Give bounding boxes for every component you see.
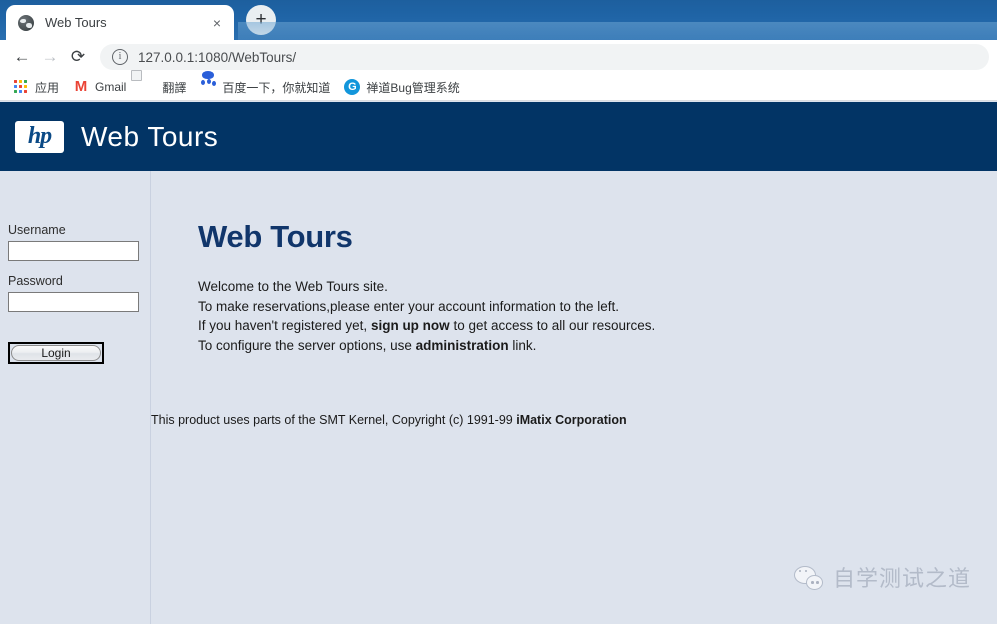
login-button[interactable]: Login: [11, 345, 101, 361]
welcome-text-tail: link.: [508, 337, 537, 353]
address-bar[interactable]: i 127.0.0.1:1080/WebTours/: [100, 44, 989, 70]
page-viewport: hp Web Tours Username Password Login Web…: [0, 102, 997, 624]
welcome-line-3: If you haven't registered yet, sign up n…: [198, 316, 997, 336]
welcome-text: If you haven't registered yet,: [198, 318, 371, 333]
browser-toolbar: ← → ⟳ i 127.0.0.1:1080/WebTours/: [0, 40, 997, 74]
gmail-icon: M: [74, 78, 88, 95]
close-icon[interactable]: ×: [208, 14, 226, 32]
browser-tab-web-tours[interactable]: Web Tours ×: [6, 5, 234, 40]
username-input[interactable]: [8, 241, 139, 261]
bookmark-label: 应用: [35, 80, 60, 95]
reload-icon[interactable]: ⟳: [64, 43, 92, 71]
copyright-text: This product uses parts of the SMT Kerne…: [151, 413, 517, 427]
copyright-owner: iMatix Corporation: [516, 413, 627, 427]
sign-up-now-link[interactable]: sign up now: [371, 318, 450, 333]
password-label: Password: [8, 274, 63, 288]
bookmark-label: 百度一下，你就知道: [222, 80, 331, 95]
new-tab-button[interactable]: +: [246, 5, 276, 35]
copyright-note: This product uses parts of the SMT Kerne…: [151, 413, 627, 427]
site-banner: hp Web Tours: [0, 102, 997, 171]
watermark: 自学测试之道: [793, 561, 971, 593]
zentao-icon: G: [344, 79, 361, 95]
translate-icon: [140, 79, 156, 95]
password-input[interactable]: [8, 292, 139, 312]
watermark-text: 自学测试之道: [832, 566, 971, 591]
login-button-focus-ring: Login: [8, 342, 104, 364]
bookmark-gmail[interactable]: M Gmail: [66, 76, 133, 98]
bookmark-label: 翻譯: [162, 80, 187, 95]
tab-strip: Web Tours × +: [0, 0, 997, 40]
address-bar-url: 127.0.0.1:1080/WebTours/: [138, 49, 297, 65]
bookmark-translate[interactable]: 翻譯: [133, 76, 193, 98]
welcome-text: Welcome to the Web Tours site.: [198, 279, 388, 294]
content-row: Username Password Login Web Tours Welcom…: [0, 171, 997, 624]
forward-icon: →: [41, 47, 59, 66]
tab-title: Web Tours: [45, 15, 107, 30]
globe-icon: [18, 14, 34, 31]
hp-logo-text: hp: [27, 122, 52, 149]
site-title: Web Tours: [81, 120, 219, 152]
page-title: Web Tours: [198, 219, 353, 254]
main-content: Web Tours Welcome to the Web Tours site.…: [151, 171, 997, 624]
welcome-line-2: To make reservations,please enter your a…: [198, 297, 997, 317]
welcome-line-1: Welcome to the Web Tours site.: [198, 277, 997, 297]
welcome-text: To configure the server options, use: [198, 337, 416, 353]
administration-link[interactable]: administration: [416, 338, 509, 353]
bookmarks-bar: 应用 M Gmail 翻譯 百度一下，你就知道 G 禅道Bug管理系统: [0, 71, 997, 101]
bookmark-zentao[interactable]: G 禅道Bug管理系统: [337, 76, 466, 98]
hp-logo-icon: hp: [15, 120, 64, 153]
bookmark-apps[interactable]: 应用: [6, 76, 66, 98]
bookmark-baidu[interactable]: 百度一下，你就知道: [193, 71, 337, 98]
welcome-line-4: To configure the server options, use adm…: [198, 336, 997, 356]
wechat-icon: [793, 565, 823, 590]
username-label: Username: [8, 223, 66, 237]
welcome-text-tail: to get access to all our resources.: [449, 318, 656, 333]
browser-window: Web Tours × + ← → ⟳ i 127.0.0.1:1080/Web…: [0, 0, 997, 624]
site-info-icon[interactable]: i: [112, 49, 128, 65]
back-icon[interactable]: ←: [8, 43, 36, 71]
bookmark-label: Gmail: [95, 80, 127, 94]
bookmark-label: 禅道Bug管理系统: [366, 80, 460, 95]
apps-grid-icon: [13, 79, 29, 95]
baidu-icon: [200, 71, 216, 95]
welcome-text: To make reservations,please enter your a…: [198, 298, 619, 314]
login-sidebar: Username Password Login: [0, 171, 151, 624]
